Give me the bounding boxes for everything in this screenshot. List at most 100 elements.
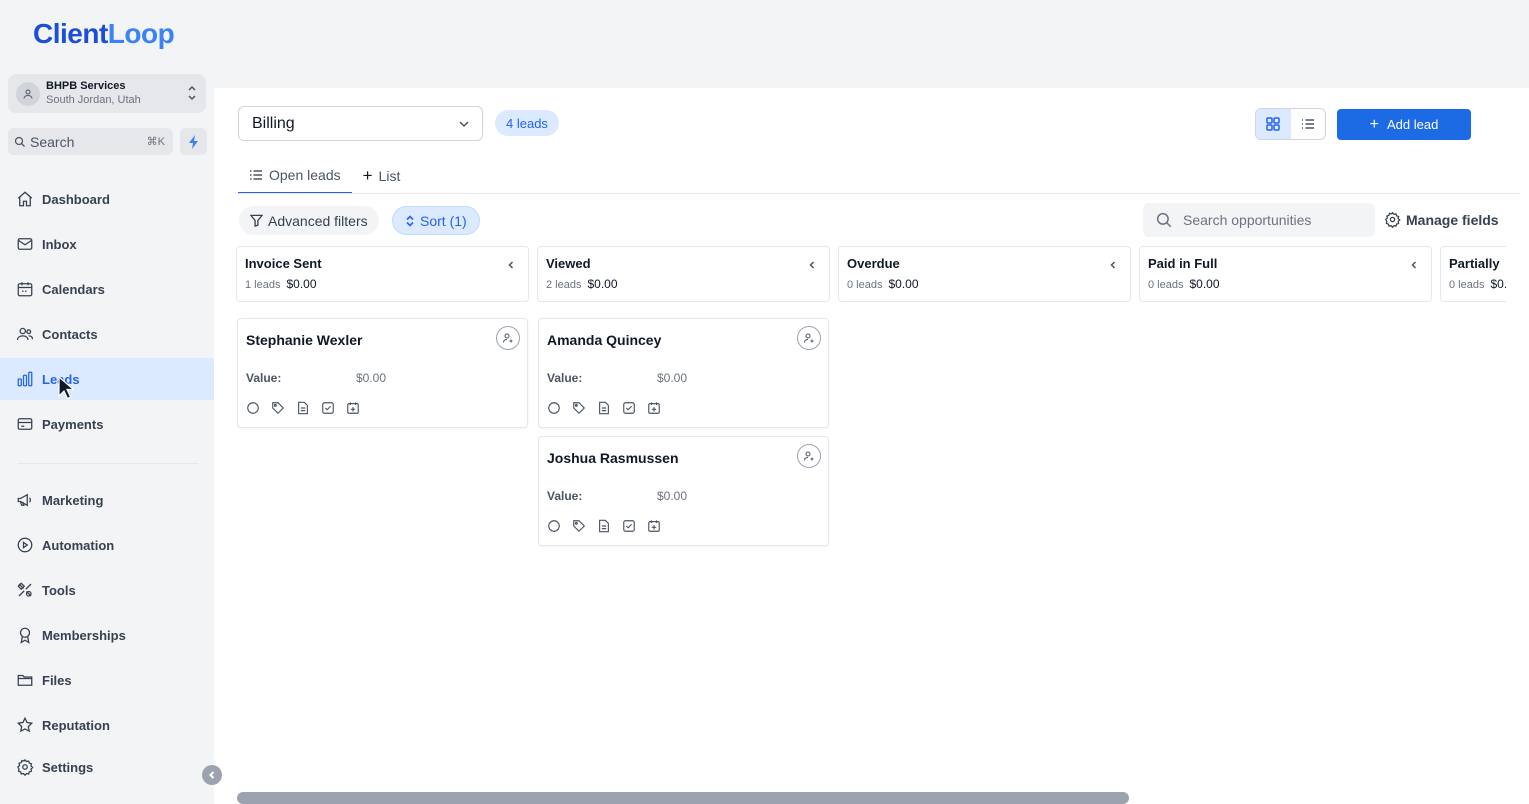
chat-icon[interactable] [246,401,260,415]
sidebar-item-leads[interactable]: Leads [0,358,214,400]
credit-card-icon [17,418,33,430]
sidebar-item-automation[interactable]: Automation [0,524,214,566]
search-label: Search [30,133,75,150]
calendar-plus-icon[interactable] [346,401,360,415]
list-view-button[interactable] [1291,109,1326,139]
chat-icon[interactable] [547,401,561,415]
sort-icon [406,214,414,227]
pipeline-tabs: Open leads + List [238,158,411,194]
user-plus-icon [804,333,814,343]
award-icon [19,627,31,644]
lead-card[interactable]: Amanda Quincey Value: $0.00 [538,318,829,428]
document-icon[interactable] [597,401,611,415]
tabs-divider [238,193,1520,194]
search-icon [1156,212,1172,228]
sort-button[interactable]: Sort (1) [392,206,480,235]
lead-card[interactable]: Joshua Rasmussen Value: $0.00 [538,436,829,546]
task-checkbox-icon[interactable] [622,519,636,533]
list-icon [1301,119,1314,129]
manage-fields-button[interactable]: Manage fields [1384,211,1499,228]
board-view-button[interactable] [1256,109,1291,139]
sidebar-item-contacts[interactable]: Contacts [0,313,214,355]
tag-icon[interactable] [572,519,586,533]
pipeline-select[interactable]: Billing [238,106,483,141]
lightning-icon [188,134,198,149]
stage-header: Invoice Sent 1 leads $0.00 [236,246,529,302]
tag-icon[interactable] [572,401,586,415]
users-icon [16,327,34,341]
assign-user-button[interactable] [797,444,821,468]
user-plus-icon [503,333,513,343]
chevron-left-icon[interactable] [506,260,516,270]
quick-actions-button[interactable] [180,128,207,155]
sidebar-item-marketing[interactable]: Marketing [0,479,214,521]
chevron-down-icon [459,121,469,128]
plus-icon: + [1369,115,1379,133]
calendar-plus-icon[interactable] [647,401,661,415]
advanced-filters-button[interactable]: Advanced filters [239,206,379,235]
sidebar-divider [18,463,198,464]
chevron-left-icon[interactable] [1108,260,1118,270]
grid-icon [1266,117,1280,131]
search-opportunities-input[interactable] [1183,212,1363,228]
sidebar-item-tools[interactable]: Tools [0,569,214,611]
stage-column-overdue: Overdue 0 leads $0.00 [838,246,1131,302]
stage-column-paid-in-full: Paid in Full 0 leads $0.00 [1139,246,1432,302]
tab-open-leads[interactable]: Open leads [238,158,352,194]
sidebar-item-payments[interactable]: Payments [0,403,214,445]
lead-card[interactable]: Stephanie Wexler Value: $0.00 [237,318,528,428]
list-icon [250,170,262,180]
collapse-sidebar-button[interactable] [202,765,222,785]
document-icon[interactable] [296,401,310,415]
mail-icon [17,238,33,250]
sidebar-item-dashboard[interactable]: Dashboard [0,178,214,220]
account-switcher[interactable]: BHPB Services South Jordan, Utah [8,74,206,113]
horizontal-scrollbar[interactable] [237,792,1129,804]
chevron-left-icon[interactable] [807,260,817,270]
task-checkbox-icon[interactable] [622,401,636,415]
account-name: BHPB Services [46,80,126,93]
top-header-band [214,0,1529,88]
megaphone-icon [17,493,31,507]
calendar-plus-icon[interactable] [647,519,661,533]
sidebar-item-files[interactable]: Files [0,659,214,701]
assign-user-button[interactable] [797,326,821,350]
sidebar-item-inbox[interactable]: Inbox [0,223,214,265]
sidebar-item-reputation[interactable]: Reputation [0,704,214,746]
add-lead-button[interactable]: + Add lead [1337,109,1471,140]
user-plus-icon [804,451,814,461]
view-toggle [1255,108,1326,140]
chevron-left-icon [209,771,215,779]
app-logo[interactable]: ClientLoop [33,18,175,50]
tag-icon[interactable] [271,401,285,415]
star-icon [16,716,34,733]
sidebar-item-calendars[interactable]: Calendars [0,268,214,310]
assign-user-button[interactable] [496,326,520,350]
sidebar-item-memberships[interactable]: Memberships [0,614,214,656]
chat-icon[interactable] [547,519,561,533]
sidebar-item-settings[interactable]: Settings [0,746,214,788]
user-icon [23,89,33,99]
stage-column-invoice-sent: Invoice Sent 1 leads $0.00 Stephanie Wexl… [236,246,529,428]
play-circle-icon [17,537,33,553]
filter-icon [250,214,263,227]
bar-chart-icon [17,371,33,387]
stage-column-viewed: Viewed 2 leads $0.00 Amanda Quincey Value… [537,246,830,546]
task-checkbox-icon[interactable] [321,401,335,415]
pipeline-value: Billing [252,114,295,132]
stage-column-partially: Partially 0 leads$0.00 [1440,246,1506,302]
mouse-cursor-icon [58,376,74,400]
gear-icon [1384,211,1401,228]
calendar-icon [17,282,33,297]
account-location: South Jordan, Utah [46,93,141,106]
stage-header: Viewed 2 leads $0.00 [537,246,830,302]
tab-add-list[interactable]: + List [352,158,412,194]
search-shortcut: ⌘K [146,136,165,148]
tools-icon [17,582,32,597]
lead-count-badge: 4 leads [495,110,559,136]
chevron-left-icon[interactable] [1409,260,1419,270]
search-opportunities [1143,203,1375,237]
kanban-board: Invoice Sent 1 leads $0.00 Stephanie Wexl… [236,246,1506,786]
sidebar-search[interactable]: Search ⌘K [8,128,173,155]
document-icon[interactable] [597,519,611,533]
